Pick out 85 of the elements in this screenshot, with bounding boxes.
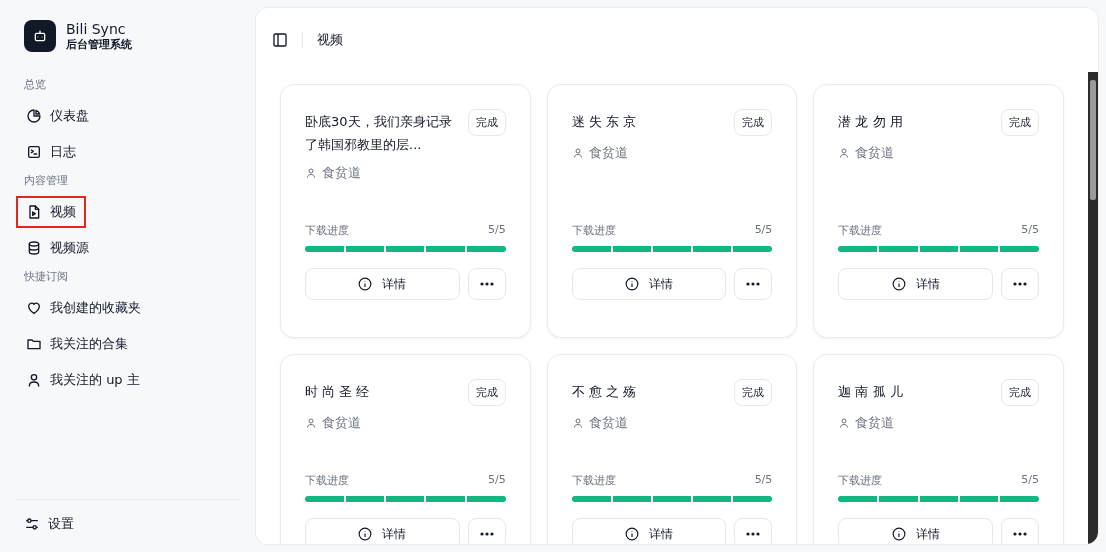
status-badge: 完成 [1001, 379, 1039, 406]
more-button[interactable] [1001, 268, 1039, 300]
author-name: 食贫道 [855, 144, 895, 162]
progress-count: 5/5 [1021, 223, 1039, 238]
page-title: 视频 [317, 31, 343, 49]
status-badge: 完成 [467, 379, 506, 406]
author-name: 食贫道 [322, 164, 361, 182]
ellipsis-icon [479, 282, 494, 286]
ellipsis-icon [479, 532, 494, 536]
video-title: 潜 龙 勿 用 [838, 113, 904, 131]
details-button[interactable]: 详情 [571, 518, 727, 544]
robot-logo [24, 20, 56, 52]
info-icon [358, 277, 373, 291]
progress-label: 下载进度 [838, 473, 883, 488]
ellipsis-icon [1013, 282, 1027, 286]
user-icon [305, 417, 317, 429]
status-badge: 完成 [734, 379, 773, 406]
info-icon [891, 277, 906, 291]
video-title: 卧底30天，我们亲身记录了韩国邪教里的层... [305, 113, 453, 154]
sidebar-item[interactable]: 视频 [16, 196, 86, 228]
progress-label: 下载进度 [305, 223, 349, 238]
sidebar-item[interactable]: 我创建的收藏夹 [16, 292, 151, 324]
sidebar-item[interactable]: 视频源 [16, 232, 99, 264]
folder-icon [26, 336, 42, 352]
user-icon [838, 147, 851, 159]
app-subtitle: 后台管理系统 [66, 37, 132, 52]
details-button[interactable]: 详情 [305, 518, 460, 544]
settings-item[interactable]: 设置 [16, 508, 82, 540]
more-button[interactable] [734, 268, 773, 300]
section-label: 总览 [23, 77, 47, 93]
more-button[interactable] [734, 518, 773, 544]
progress-label: 下载进度 [571, 473, 616, 488]
progress-count: 5/5 [754, 223, 773, 238]
author-name: 食贫道 [855, 414, 895, 432]
info-icon [891, 527, 906, 541]
video-title: 时 尚 圣 经 [305, 383, 371, 401]
info-icon [625, 527, 639, 541]
status-badge: 完成 [467, 109, 506, 136]
progress-count: 5/5 [487, 223, 506, 238]
user-icon [305, 167, 317, 179]
ellipsis-icon [746, 282, 761, 286]
details-button[interactable]: 详情 [305, 268, 460, 300]
details-button[interactable]: 详情 [838, 518, 993, 544]
terminal-icon [26, 144, 42, 160]
user-icon [571, 147, 584, 159]
more-button[interactable] [467, 268, 506, 300]
progress-label: 下载进度 [838, 223, 883, 238]
section-label: 内容管理 [23, 173, 69, 189]
user-icon [571, 417, 584, 429]
status-badge: 完成 [1001, 109, 1039, 136]
more-button[interactable] [1001, 518, 1039, 544]
sidebar-item[interactable]: 日志 [16, 136, 86, 168]
video-title: 迷 失 东 京 [571, 113, 638, 131]
video-file-icon [26, 204, 42, 220]
section-label: 快捷订阅 [23, 269, 69, 285]
sliders-icon [24, 516, 40, 532]
video-title: 不 愈 之 殇 [571, 383, 638, 401]
heart-icon [26, 300, 42, 316]
author-name: 食贫道 [322, 414, 361, 432]
progress-count: 5/5 [1021, 473, 1039, 488]
video-title: 迦 南 孤 儿 [838, 383, 904, 401]
database-icon [26, 240, 42, 256]
info-icon [358, 527, 373, 541]
progress-label: 下载进度 [571, 223, 616, 238]
sidebar-item[interactable]: 我关注的合集 [16, 328, 138, 360]
author-name: 食贫道 [588, 414, 628, 432]
progress-count: 5/5 [487, 473, 506, 488]
sidebar-item[interactable]: 我关注的 up 主 [16, 364, 150, 396]
ellipsis-icon [1013, 532, 1027, 536]
ellipsis-icon [746, 532, 761, 536]
sidebar-item[interactable]: 仪表盘 [16, 100, 99, 132]
user-icon [838, 417, 851, 429]
status-badge: 完成 [734, 109, 773, 136]
scrollbar[interactable] [1088, 72, 1098, 544]
progress-count: 5/5 [754, 473, 773, 488]
details-button[interactable]: 详情 [838, 268, 993, 300]
author-name: 食贫道 [588, 144, 628, 162]
more-button[interactable] [467, 518, 506, 544]
user-icon [26, 372, 42, 388]
info-icon [625, 277, 639, 291]
progress-label: 下载进度 [305, 473, 349, 488]
pie-chart-icon [26, 108, 42, 124]
sidebar-toggle-icon[interactable] [272, 32, 288, 48]
app-title: Bili Sync [66, 20, 127, 38]
details-button[interactable]: 详情 [571, 268, 727, 300]
